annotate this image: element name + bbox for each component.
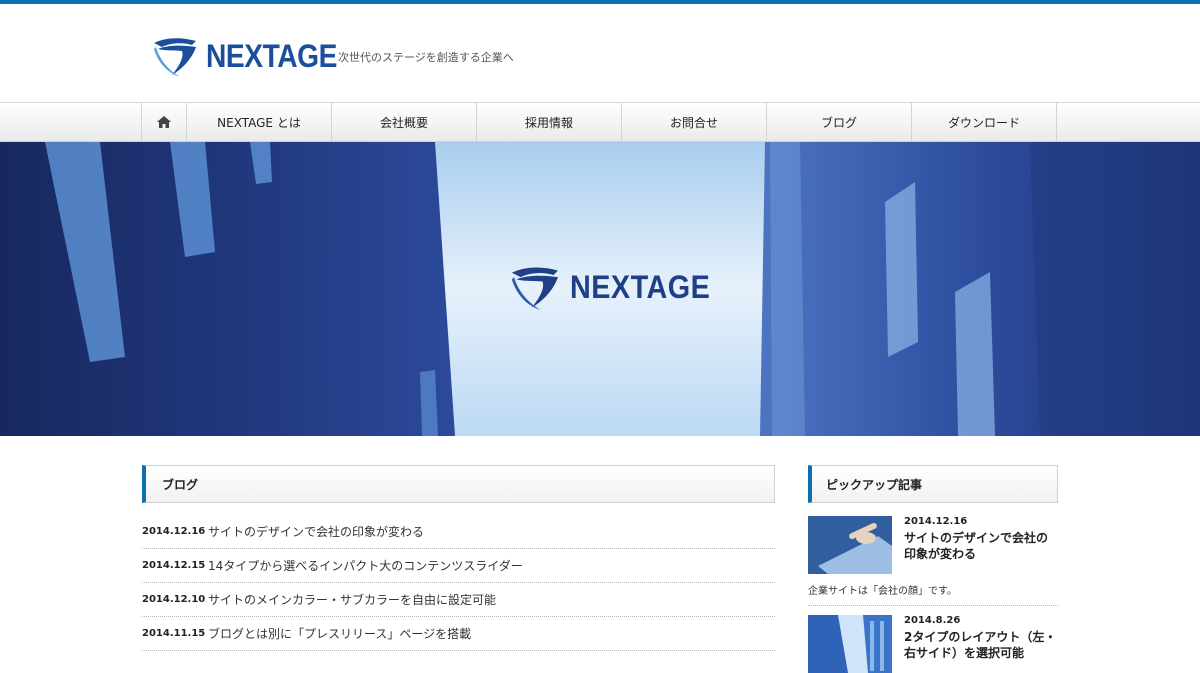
blog-date: 2014.12.16 (142, 526, 206, 537)
site-logo[interactable]: NEXTAGE (152, 35, 355, 77)
hero-logo-text: NEXTAGE (570, 268, 711, 305)
nav-item-download[interactable]: ダウンロード (912, 103, 1057, 141)
blog-list: 2014.12.16 サイトのデザインで会社の印象が変わる 2014.12.15… (142, 515, 775, 651)
pickup-title-link[interactable]: 2タイプのレイアウト（左・右サイド）を選択可能 (904, 629, 1058, 661)
logo-text: NEXTAGE (206, 38, 337, 74)
blog-title-link[interactable]: サイトのデザインで会社の印象が変わる (208, 523, 424, 540)
pickup-excerpt: 企業サイトは「会社の顔」です。 (808, 582, 1058, 606)
pickup-date: 2014.8.26 (904, 615, 961, 626)
blog-list-item[interactable]: 2014.12.10 サイトのメインカラー・サブカラーを自由に設定可能 (142, 583, 775, 617)
blog-list-item[interactable]: 2014.12.16 サイトのデザインで会社の印象が変わる (142, 515, 775, 549)
hero-logo: NEXTAGE (508, 264, 726, 310)
site-header: NEXTAGE 次世代のステージを創造する企業へ (0, 4, 1200, 102)
nav-item-contact[interactable]: お問合せ (622, 103, 767, 141)
blog-title-link[interactable]: ブログとは別に「プレスリリース」ページを搭載 (208, 625, 471, 642)
pickup-thumbnail-building[interactable] (808, 615, 892, 673)
pickup-item[interactable]: 2014.8.26 2タイプのレイアウト（左・右サイド）を選択可能 (808, 615, 1058, 673)
blog-list-item[interactable]: 2014.12.15 14タイプから選べるインパクト大のコンテンツスライダー (142, 549, 775, 583)
blog-section: ブログ 2014.12.16 サイトのデザインで会社の印象が変わる 2014.1… (142, 465, 775, 651)
logo-wing-icon (154, 38, 196, 77)
pickup-item[interactable]: 2014.12.16 サイトのデザインで会社の印象が変わる 企業サイトは「会社の… (808, 516, 1058, 606)
pickup-heading: ピックアップ記事 (808, 465, 1058, 503)
nav-item-about[interactable]: NEXTAGE とは (187, 103, 332, 141)
global-nav: NEXTAGE とは 会社概要 採用情報 お問合せ ブログ ダウンロード (0, 102, 1200, 142)
home-icon (157, 116, 171, 128)
blog-list-item[interactable]: 2014.11.15 ブログとは別に「プレスリリース」ページを搭載 (142, 617, 775, 651)
blog-title-link[interactable]: サイトのメインカラー・サブカラーを自由に設定可能 (208, 591, 496, 608)
nav-item-company[interactable]: 会社概要 (332, 103, 477, 141)
nav-item-blog[interactable]: ブログ (767, 103, 912, 141)
blog-date: 2014.12.10 (142, 594, 206, 605)
blog-heading: ブログ (142, 465, 775, 503)
nav-home[interactable] (142, 103, 187, 141)
nav-item-recruit[interactable]: 採用情報 (477, 103, 622, 141)
hero-banner: NEXTAGE (0, 142, 1200, 436)
main-content: ブログ 2014.12.16 サイトのデザインで会社の印象が変わる 2014.1… (0, 436, 1200, 673)
site-tagline: 次世代のステージを創造する企業へ (338, 51, 514, 64)
blog-date: 2014.11.15 (142, 628, 206, 639)
pickup-date: 2014.12.16 (904, 516, 968, 527)
hero-logo-wing-icon (511, 267, 558, 310)
pickup-sidebar: ピックアップ記事 2014.12.16 サイトのデザインで会社の印象が変わる 企… (808, 465, 1058, 673)
blog-title-link[interactable]: 14タイプから選べるインパクト大のコンテンツスライダー (208, 557, 523, 574)
blog-date: 2014.12.15 (142, 560, 206, 571)
pickup-thumbnail-tablet[interactable] (808, 516, 892, 574)
pickup-title-link[interactable]: サイトのデザインで会社の印象が変わる (904, 530, 1058, 562)
